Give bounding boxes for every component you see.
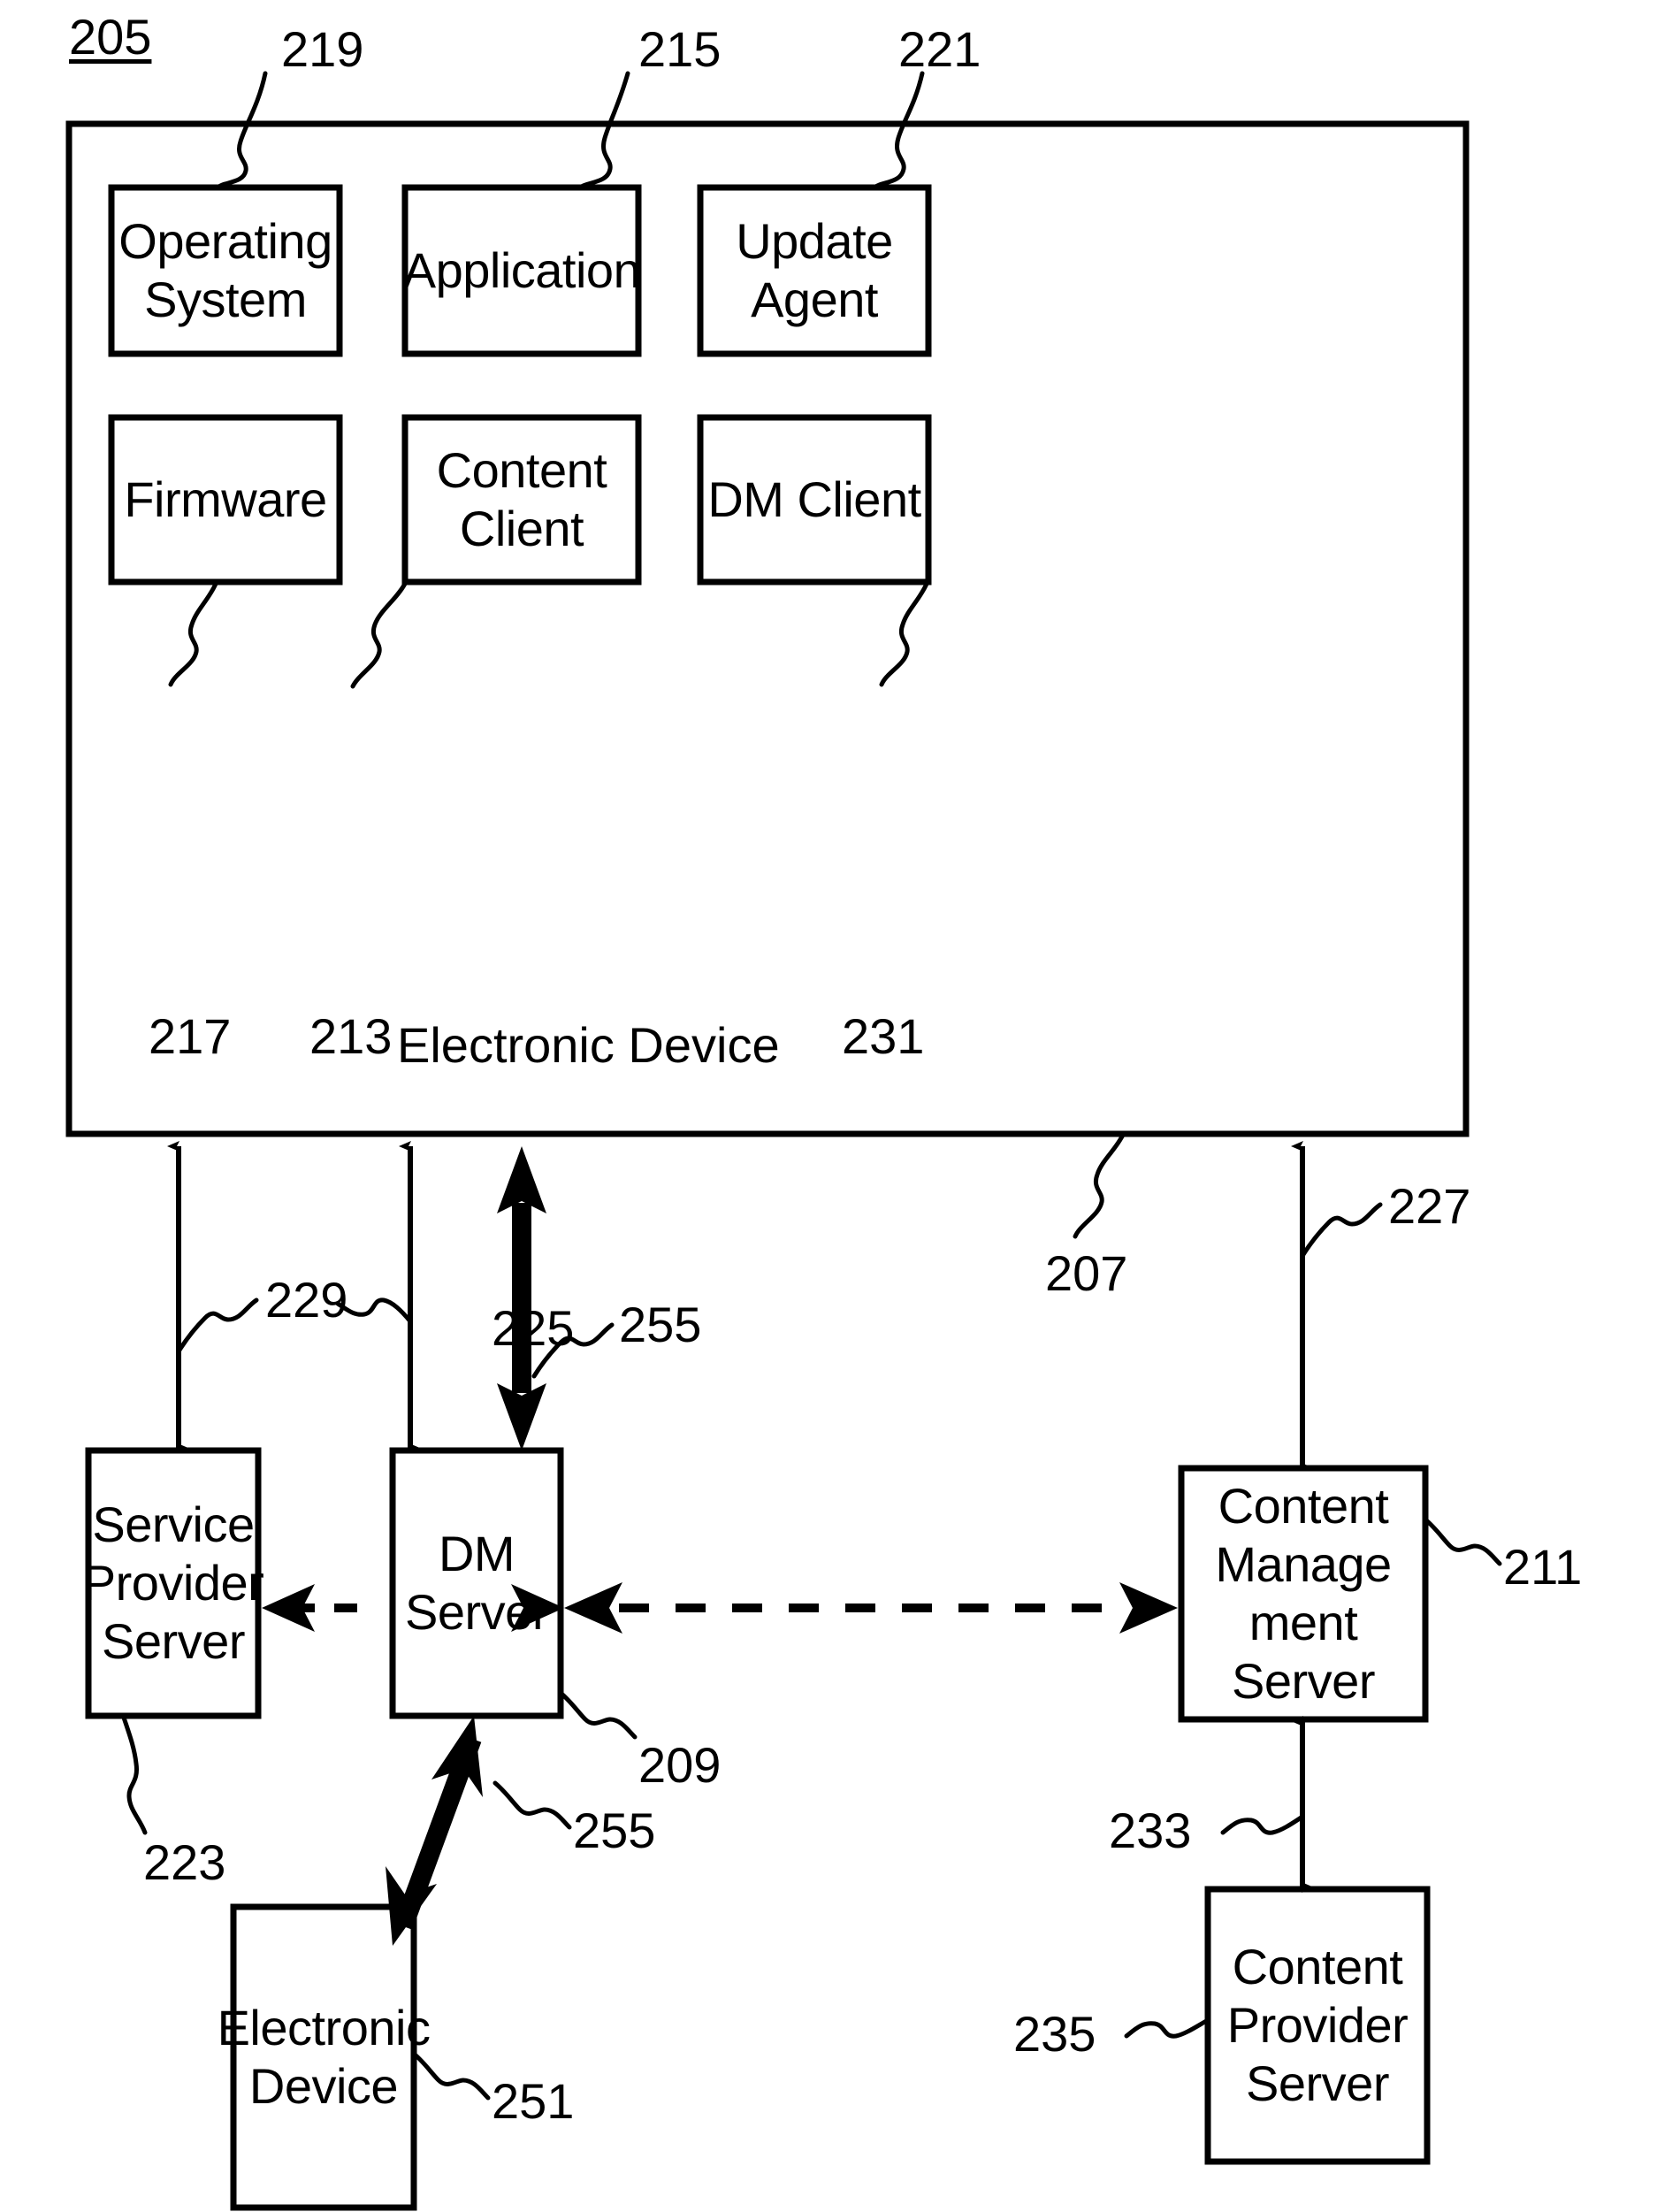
lead-line-225: [335, 1297, 413, 1324]
lead-line-227: [1300, 1202, 1383, 1259]
lead-line-213: [350, 581, 408, 689]
operating-system-label: Operating System: [118, 212, 332, 327]
lead-line-235: [1124, 2017, 1210, 2039]
content-provider-server-label: Content Provider Server: [1226, 1938, 1409, 2112]
ref-numeral-209: 209: [638, 1737, 722, 1793]
lead-line-211: [1423, 1517, 1502, 1566]
application-label: Application: [402, 241, 641, 298]
ref-numeral-251: 251: [492, 2073, 575, 2129]
ref-numeral-211: 211: [1503, 1539, 1583, 1595]
ref-numeral-235: 235: [1013, 2006, 1096, 2062]
ref-numeral-219: 219: [281, 21, 364, 77]
dm-server-label: DM Server: [405, 1525, 548, 1640]
firmware-label: Firmware: [124, 471, 327, 527]
lead-line-209: [558, 1690, 638, 1740]
lead-line-221: [871, 71, 925, 191]
ref-numeral-213: 213: [309, 1008, 393, 1064]
ref-numeral-233: 233: [1109, 1803, 1192, 1858]
content-management-server-label: Content Manage ment Server: [1215, 1477, 1392, 1710]
lead-line-229: [176, 1297, 259, 1354]
ref-numeral-229: 229: [265, 1272, 348, 1328]
lead-line-255b: [493, 1780, 572, 1830]
connector-255-vertical: [497, 1146, 546, 1450]
electronic-device-container-label: Electronic Device: [397, 1017, 780, 1073]
ref-numeral-221: 221: [898, 21, 981, 77]
lead-line-217: [168, 581, 218, 687]
ref-numeral-215: 215: [638, 21, 722, 77]
lead-line-219: [214, 71, 268, 191]
figure-number: 205: [69, 9, 152, 65]
patent-figure: 205 219 215 221 Operating System Applica…: [0, 0, 1657, 2212]
ref-numeral-225: 225: [492, 1300, 575, 1356]
electronic-device-peer-label: Electronic Device: [217, 1999, 431, 2114]
content-client-label: Content Client: [436, 441, 607, 556]
ref-numeral-255-diagonal: 255: [573, 1803, 656, 1858]
lead-line-223: [121, 1715, 148, 1835]
dm-client-label: DM Client: [707, 471, 921, 527]
lead-line-207: [1073, 1132, 1126, 1239]
ref-numeral-255-vertical: 255: [619, 1297, 702, 1352]
lead-line-231: [879, 581, 929, 687]
ref-numeral-227: 227: [1388, 1178, 1471, 1234]
connector-dmserver-contentmgmt: [564, 1582, 1178, 1634]
lead-line-233: [1220, 1814, 1305, 1835]
update-agent-label: Update Agent: [736, 212, 893, 327]
ref-numeral-217: 217: [149, 1008, 232, 1064]
ref-numeral-231: 231: [842, 1008, 925, 1064]
ref-numeral-207: 207: [1045, 1245, 1128, 1301]
service-provider-server-label: Service Provider Server: [82, 1496, 264, 1670]
lead-line-215: [577, 71, 630, 191]
ref-numeral-223: 223: [143, 1834, 226, 1890]
